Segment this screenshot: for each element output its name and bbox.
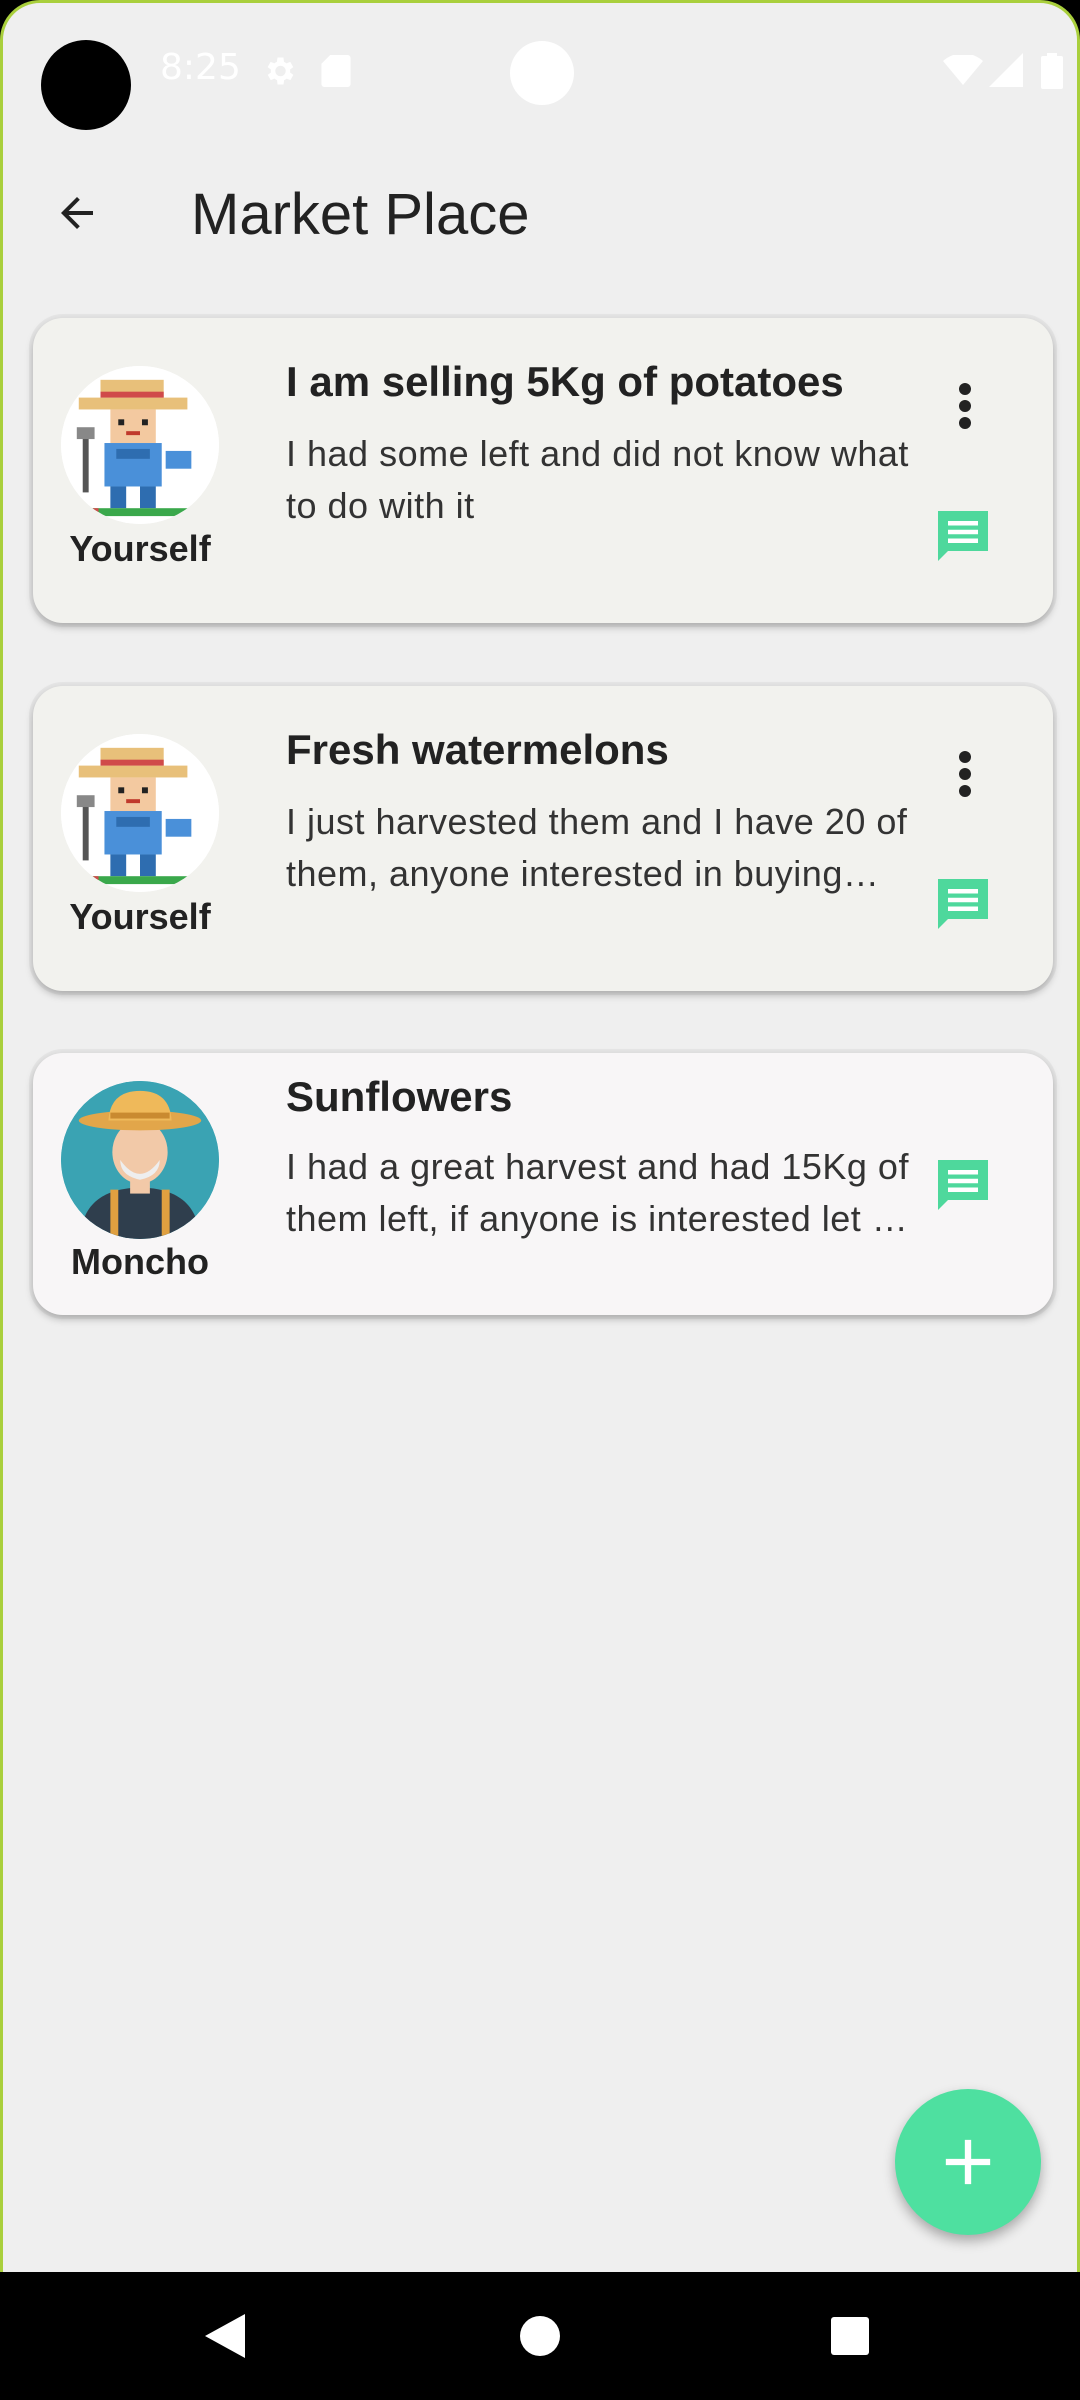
avatar[interactable]: [61, 734, 219, 892]
farmer-pixel-avatar: [61, 734, 219, 892]
farmer-avatar: [61, 1081, 219, 1239]
arrow-back-icon: [61, 197, 93, 229]
nav-home-icon[interactable]: [520, 2316, 560, 2356]
post-title: Sunflowers: [286, 1073, 513, 1120]
sd-card-icon: [321, 55, 351, 87]
front-sensor: [510, 41, 574, 105]
app-bar: Market Place: [3, 153, 1077, 273]
battery-icon: [1041, 53, 1063, 89]
chat-icon[interactable]: [933, 1155, 993, 1215]
chat-icon[interactable]: [933, 506, 993, 566]
post-title: I am selling 5Kg of potatoes: [286, 358, 844, 405]
post-title: Fresh watermelons: [286, 726, 669, 773]
farmer-pixel-avatar: [61, 366, 219, 524]
signal-icon: [989, 53, 1023, 87]
back-button[interactable]: [43, 183, 111, 243]
author-name: Moncho: [71, 1241, 209, 1282]
more-vert-icon: [959, 383, 971, 429]
camera-cutout: [41, 40, 131, 130]
author-name: Yourself: [69, 896, 211, 937]
page-title: Market Place: [191, 182, 530, 247]
avatar[interactable]: [61, 1081, 219, 1239]
post-description: I had a great harvest and had 15Kg of th…: [286, 1146, 923, 1239]
post-description: I had some left and did not know what to…: [286, 433, 909, 526]
app-screen: 8:25 Market Place Yourself I am selling …: [0, 0, 1080, 2272]
settings-icon: [267, 57, 294, 85]
status-time: 8:25: [160, 47, 241, 88]
more-options-button[interactable]: [945, 744, 985, 804]
more-options-button[interactable]: [945, 376, 985, 436]
nav-back-icon[interactable]: [205, 2314, 247, 2358]
add-icon: [945, 2139, 991, 2185]
post-card[interactable]: Yourself Fresh watermelons I just harves…: [33, 686, 1053, 991]
post-description: I just harvested them and I have 20 of t…: [286, 801, 908, 894]
avatar[interactable]: [61, 366, 219, 524]
wifi-icon: [943, 55, 983, 85]
add-post-button[interactable]: [895, 2089, 1041, 2235]
author-name: Yourself: [69, 528, 211, 569]
post-card[interactable]: Yourself I am selling 5Kg of potatoes I …: [33, 318, 1053, 623]
system-nav-bar: [0, 2272, 1080, 2400]
post-card[interactable]: Moncho Sunflowers I had a great harvest …: [33, 1053, 1053, 1315]
status-bar: 8:25: [3, 3, 1077, 133]
nav-recents-icon[interactable]: [831, 2317, 869, 2355]
chat-icon[interactable]: [933, 874, 993, 934]
more-vert-icon: [959, 751, 971, 797]
